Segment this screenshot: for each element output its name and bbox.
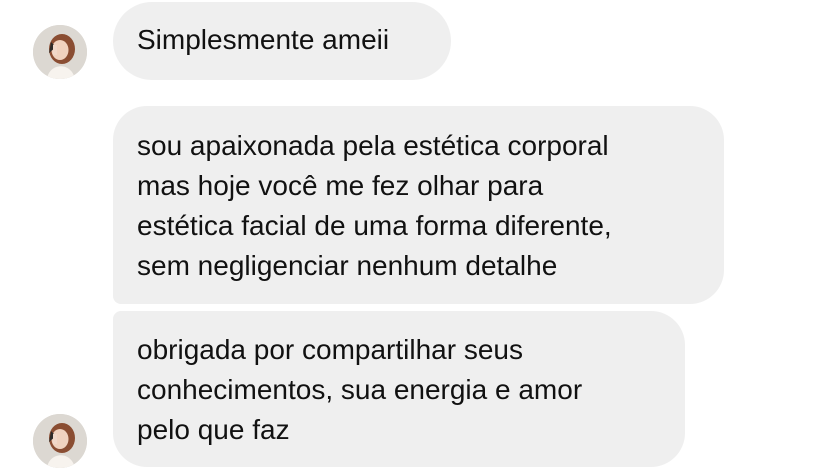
message-text-line: sou apaixonada pela estética corporal [137, 130, 609, 161]
message-bubble-1[interactable]: Simplesmente ameii [113, 2, 451, 80]
message-text-line: sem negligenciar nenhum detalhe [137, 250, 558, 281]
avatar-photo-icon [33, 25, 87, 79]
message-text-line: obrigada por compartilhar seus [137, 334, 523, 365]
message-bubble-3[interactable]: obrigada por compartilhar seus conhecime… [113, 311, 685, 467]
message-text-line: estética facial de uma forma diferente, [137, 210, 612, 241]
message-text-line: pelo que faz [137, 414, 290, 445]
message-text-line: Simplesmente ameii [137, 24, 390, 55]
avatar-photo-icon [33, 414, 87, 468]
message-text-line: mas hoje você me fez olhar para [137, 170, 544, 201]
sender-avatar-top[interactable] [33, 25, 87, 79]
message-bubble-2[interactable]: sou apaixonada pela estética corporal ma… [113, 106, 724, 304]
message-thread: Simplesmente ameii sou apaixonada pela e… [0, 0, 828, 476]
message-text-line: conhecimentos, sua energia e amor [137, 374, 583, 405]
sender-avatar-bottom[interactable] [33, 414, 87, 468]
